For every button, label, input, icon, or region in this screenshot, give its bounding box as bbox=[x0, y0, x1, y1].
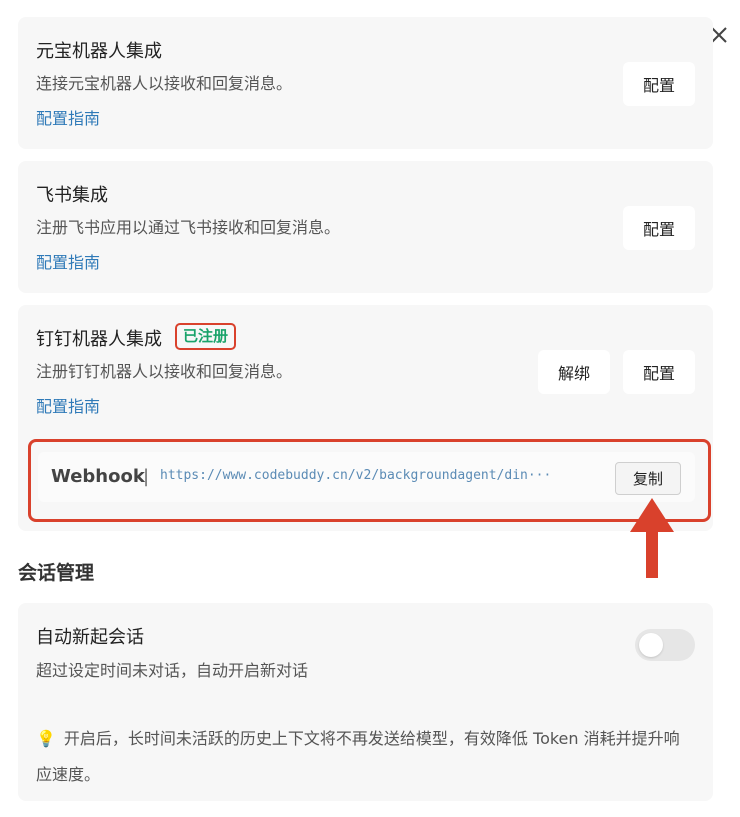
lightbulb-icon: 💡 bbox=[36, 729, 56, 748]
card-description: 注册钉钉机器人以接收和回复消息。 bbox=[36, 362, 293, 381]
unbind-button[interactable]: 解绑 bbox=[538, 350, 610, 394]
session-card: 自动新起会话 超过设定时间未对话，自动开启新对话 💡 开启后，长时间未活跃的历史上… bbox=[18, 603, 713, 801]
card-title: 元宝机器人集成 bbox=[36, 41, 162, 62]
auto-new-session-toggle[interactable] bbox=[635, 629, 695, 661]
auto-new-session-desc: 超过设定时间未对话，自动开启新对话 bbox=[36, 661, 309, 680]
config-guide-link[interactable]: 配置指南 bbox=[36, 105, 100, 129]
card-title: 飞书集成 bbox=[36, 185, 108, 206]
registered-badge: 已注册 bbox=[175, 323, 237, 350]
integration-card-yuanbao: 元宝机器人集成 连接元宝机器人以接收和回复消息。 配置指南 配置 bbox=[18, 17, 713, 149]
tip-row: 💡 开启后，长时间未活跃的历史上下文将不再发送给模型，有效降低 Token 消耗并… bbox=[36, 721, 686, 793]
config-button[interactable]: 配置 bbox=[623, 350, 695, 394]
card-description: 连接元宝机器人以接收和回复消息。 bbox=[36, 74, 293, 93]
card-title: 钉钉机器人集成 bbox=[36, 329, 162, 350]
integration-card-feishu: 飞书集成 注册飞书应用以通过飞书接收和回复消息。 配置指南 配置 bbox=[18, 161, 713, 293]
config-guide-link[interactable]: 配置指南 bbox=[36, 393, 100, 417]
card-description: 注册飞书应用以通过飞书接收和回复消息。 bbox=[36, 218, 341, 237]
config-guide-link[interactable]: 配置指南 bbox=[36, 249, 100, 273]
toggle-knob bbox=[639, 633, 663, 657]
config-button[interactable]: 配置 bbox=[623, 62, 695, 106]
section-title: 会话管理 bbox=[18, 562, 95, 584]
arrow-up-icon bbox=[630, 498, 674, 578]
config-button[interactable]: 配置 bbox=[623, 206, 695, 250]
auto-new-session-title: 自动新起会话 bbox=[36, 627, 144, 648]
tip-text: 开启后，长时间未活跃的历史上下文将不再发送给模型，有效降低 Token 消耗并提… bbox=[36, 729, 680, 784]
webhook-highlight bbox=[28, 439, 711, 522]
